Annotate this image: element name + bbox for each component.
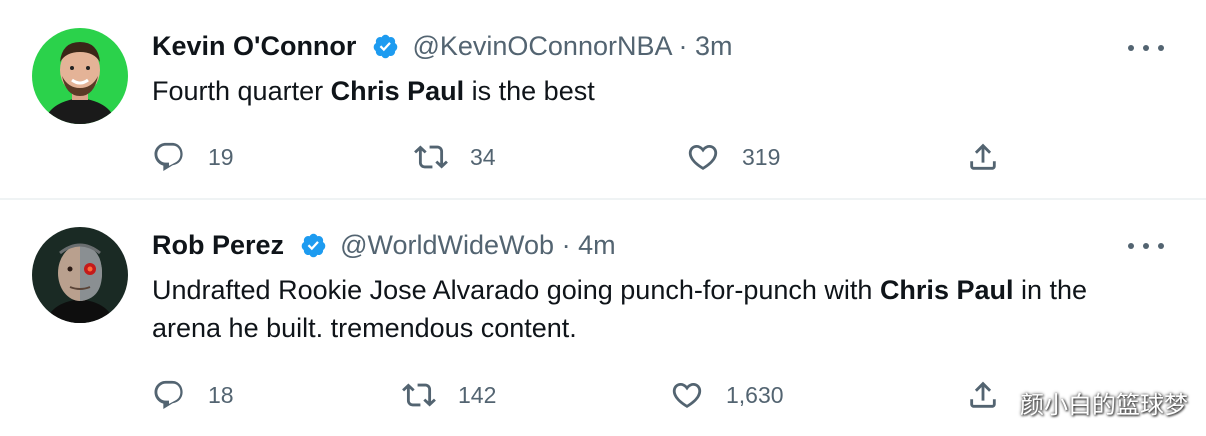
tweet-text-part: Undrafted Rookie Jose Alvarado going pun… xyxy=(152,275,880,305)
share-button[interactable] xyxy=(966,139,1000,175)
like-count: 319 xyxy=(742,143,781,170)
avatar[interactable] xyxy=(32,227,128,323)
retweet-count: 34 xyxy=(470,143,496,170)
reply-icon xyxy=(154,142,183,172)
reply-count: 18 xyxy=(208,381,234,408)
tweet-text-part: is the best xyxy=(464,76,595,106)
share-icon xyxy=(970,381,996,408)
like-icon xyxy=(688,144,718,170)
tweet-header: Kevin O'Connor @KevinOConnorNBA · 3m xyxy=(152,30,733,62)
timestamp[interactable]: 4m xyxy=(578,230,616,260)
avatar[interactable] xyxy=(32,28,128,124)
handle[interactable]: @WorldWideWob xyxy=(340,230,554,260)
separator-dot: · xyxy=(678,31,688,61)
retweet-button[interactable]: 142 xyxy=(402,377,496,413)
reply-button[interactable]: 19 xyxy=(152,139,234,175)
display-name[interactable]: Rob Perez xyxy=(152,230,284,260)
watermark: 颜小白的篮球梦 xyxy=(1020,391,1188,419)
mention-bold: Chris Paul xyxy=(330,76,465,106)
action-bar: 19 34 319 xyxy=(152,139,1032,175)
like-count: 1,630 xyxy=(726,381,784,408)
tweet[interactable]: Kevin O'Connor @KevinOConnorNBA · 3m Fou… xyxy=(0,0,1206,200)
like-icon xyxy=(672,382,702,408)
action-bar: 18 142 1,630 xyxy=(152,377,1032,413)
retweet-count: 142 xyxy=(458,381,497,408)
timestamp[interactable]: 3m xyxy=(695,31,733,61)
more-icon[interactable] xyxy=(1128,38,1164,58)
handle[interactable]: @KevinOConnorNBA xyxy=(412,31,671,61)
verified-badge-icon xyxy=(300,232,327,259)
tweet-text-part: Fourth quarter xyxy=(152,76,331,106)
like-button[interactable]: 1,630 xyxy=(670,377,784,413)
mention-bold: Chris Paul xyxy=(879,275,1014,305)
retweet-button[interactable]: 34 xyxy=(414,139,496,175)
reply-icon xyxy=(154,380,183,410)
retweet-icon xyxy=(402,383,436,407)
more-icon[interactable] xyxy=(1128,236,1164,256)
separator-dot: · xyxy=(561,230,571,260)
retweet-icon xyxy=(414,145,448,169)
reply-count: 19 xyxy=(208,143,234,170)
reply-button[interactable]: 18 xyxy=(152,377,234,413)
like-button[interactable]: 319 xyxy=(686,139,780,175)
share-icon xyxy=(970,143,996,170)
display-name[interactable]: Kevin O'Connor xyxy=(152,31,356,61)
tweet-text: Undrafted Rookie Jose Alvarado going pun… xyxy=(152,271,1162,347)
share-button[interactable] xyxy=(966,377,1000,413)
tweet-text: Fourth quarter Chris Paul is the best xyxy=(152,72,1162,110)
tweet-header: Rob Perez @WorldWideWob · 4m xyxy=(152,229,616,261)
verified-badge-icon xyxy=(372,33,399,60)
